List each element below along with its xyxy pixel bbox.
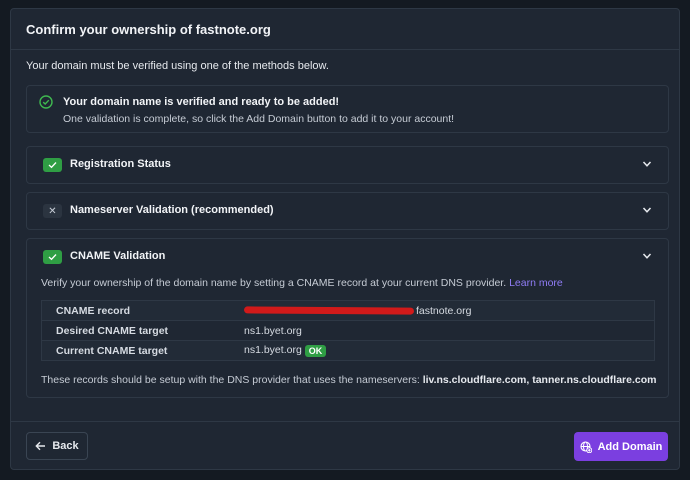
table-row: Current CNAME target ns1.byet.org OK <box>41 340 655 361</box>
dns-records-table: CNAME record fastnote.org Desired CNAME … <box>41 300 655 361</box>
registration-status-panel[interactable]: Registration Status <box>26 146 669 184</box>
ns-note-prefix: These records should be setup with the D… <box>41 374 420 386</box>
add-domain-button[interactable]: Add Domain <box>574 432 668 461</box>
cname-record-value: fastnote.org <box>416 304 472 317</box>
verified-notice: Your domain name is verified and ready t… <box>26 85 669 133</box>
row-label: Current CNAME target <box>41 340 230 361</box>
cname-description: Verify your ownership of the domain name… <box>41 277 563 289</box>
panel-header[interactable]: Registration Status <box>27 147 668 183</box>
row-label: Desired CNAME target <box>41 320 230 341</box>
globe-add-icon <box>580 440 592 453</box>
learn-more-link[interactable]: Learn more <box>509 277 563 289</box>
footer-divider <box>11 421 679 422</box>
page-title: Confirm your ownership of fastnote.org <box>26 21 271 37</box>
row-value: ns1.byet.org <box>230 320 655 341</box>
chevron-down-icon[interactable] <box>642 205 652 215</box>
panel-title: Nameserver Validation (recommended) <box>70 204 274 216</box>
panel-header[interactable]: CNAME Validation <box>27 239 668 275</box>
check-icon <box>43 158 62 172</box>
card-header: Confirm your ownership of fastnote.org <box>11 9 679 50</box>
chevron-down-icon[interactable] <box>642 159 652 169</box>
row-label: CNAME record <box>41 300 230 321</box>
intro-text: Your domain must be verified using one o… <box>26 60 329 72</box>
redaction-mark <box>243 306 415 315</box>
current-target-value: ns1.byet.org <box>244 344 302 357</box>
ns-note-servers: liv.ns.cloudflare.com, tanner.ns.cloudfl… <box>422 374 657 386</box>
nameserver-note: These records should be setup with the D… <box>41 374 657 386</box>
table-row: Desired CNAME target ns1.byet.org <box>41 320 655 341</box>
back-button[interactable]: Back <box>26 432 88 460</box>
row-value: fastnote.org <box>230 300 655 321</box>
cname-validation-panel: CNAME Validation Verify your ownership o… <box>26 238 669 398</box>
table-row: CNAME record fastnote.org <box>41 300 655 321</box>
check-circle-icon <box>39 95 53 109</box>
panel-title: Registration Status <box>70 158 171 170</box>
confirm-ownership-card: Confirm your ownership of fastnote.org Y… <box>10 8 680 470</box>
nameserver-validation-panel[interactable]: ✕ Nameserver Validation (recommended) <box>26 192 669 230</box>
chevron-down-icon[interactable] <box>642 251 652 261</box>
panel-header[interactable]: ✕ Nameserver Validation (recommended) <box>27 193 668 229</box>
arrow-left-icon <box>35 441 46 451</box>
notice-title: Your domain name is verified and ready t… <box>63 96 340 108</box>
row-value: ns1.byet.org OK <box>230 340 655 361</box>
cname-description-text: Verify your ownership of the domain name… <box>41 277 507 289</box>
add-domain-label: Add Domain <box>597 440 663 453</box>
status-badge: OK <box>304 344 327 357</box>
check-icon <box>43 250 62 264</box>
panel-title: CNAME Validation <box>70 250 166 262</box>
close-icon: ✕ <box>43 204 62 218</box>
back-label: Back <box>52 440 79 452</box>
notice-message: One validation is complete, so click the… <box>63 113 455 125</box>
